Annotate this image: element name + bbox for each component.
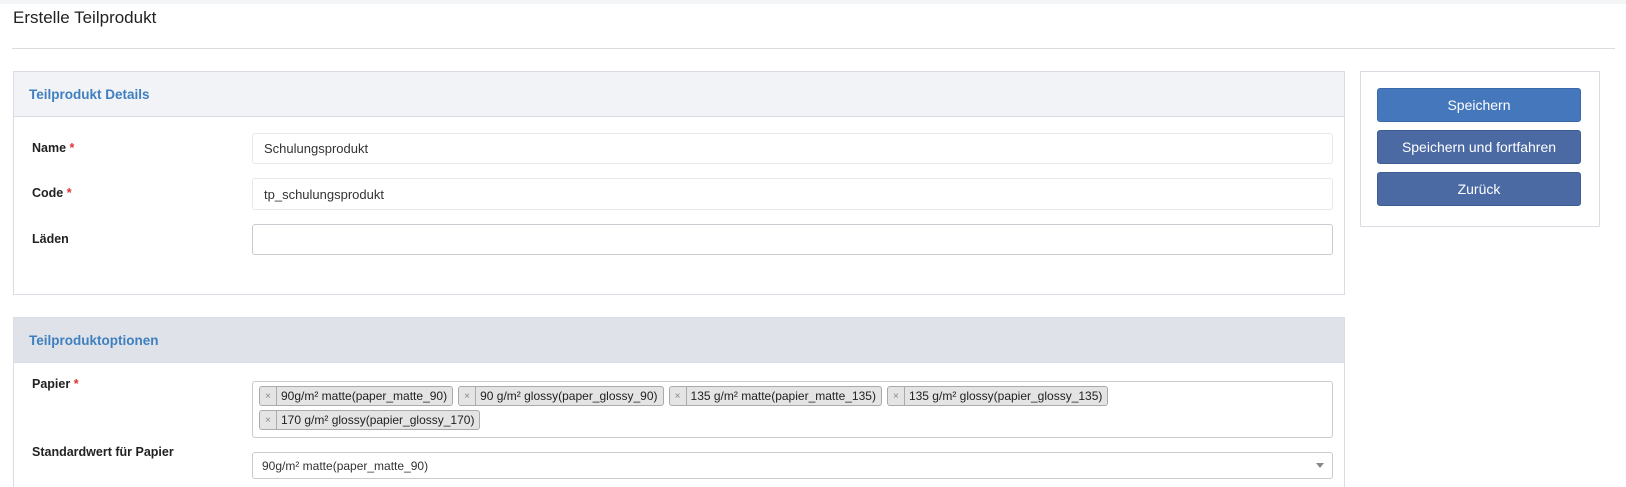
paper-tag-label: 90 g/m² glossy(paper_glossy_90)	[480, 389, 658, 403]
remove-tag-icon[interactable]: ×	[459, 387, 477, 405]
paper-label: Papier *	[32, 377, 79, 391]
details-panel-header: Teilprodukt Details	[14, 72, 1344, 117]
paper-multiselect[interactable]: × 90g/m² matte(paper_matte_90) × 90 g/m²…	[252, 381, 1333, 438]
stores-label: Läden	[32, 232, 69, 246]
remove-tag-icon[interactable]: ×	[670, 387, 687, 405]
paper-label-text: Papier	[32, 377, 71, 391]
paper-tag-label: 170 g/m² glossy(papier_glossy_170)	[281, 413, 475, 427]
paper-tag: × 90g/m² matte(paper_matte_90)	[259, 386, 454, 406]
code-label-text: Code	[32, 186, 64, 200]
code-label: Code *	[32, 186, 72, 200]
paper-tag: × 135 g/m² glossy(papier_glossy_135)	[886, 386, 1109, 406]
dropdown-arrow-icon	[1316, 463, 1324, 468]
paper-tag: × 135 g/m² matte(papier_matte_135)	[668, 386, 882, 406]
paper-tag: × 90 g/m² glossy(paper_glossy_90)	[458, 386, 664, 406]
paper-tag-label: 135 g/m² glossy(papier_glossy_135)	[908, 389, 1103, 403]
required-mark: *	[69, 141, 75, 155]
save-button[interactable]: Speichern	[1377, 88, 1581, 122]
paper-tag-label: 90g/m² matte(paper_matte_90)	[281, 389, 448, 403]
name-input[interactable]: Schulungsprodukt	[252, 133, 1333, 164]
name-label-text: Name	[32, 141, 67, 155]
save-and-continue-button[interactable]: Speichern und fortfahren	[1377, 130, 1581, 164]
required-mark: *	[73, 377, 79, 391]
page-title: Erstelle Teilprodukt	[13, 8, 157, 27]
default-paper-value: 90g/m² matte(paper_matte_90)	[262, 458, 429, 473]
remove-tag-icon[interactable]: ×	[888, 387, 905, 405]
top-bar	[0, 0, 1626, 4]
options-panel: Teilproduktoptionen Papier * × 90g/m² ma…	[13, 317, 1345, 487]
remove-tag-icon[interactable]: ×	[260, 411, 277, 429]
code-input[interactable]: tp_schulungsprodukt	[252, 178, 1333, 210]
title-divider	[12, 48, 1615, 49]
name-label: Name *	[32, 141, 74, 155]
default-paper-label: Standardwert für Papier	[32, 445, 174, 459]
details-panel: Teilprodukt Details Name * Schulungsprod…	[13, 71, 1345, 295]
required-mark: *	[66, 186, 72, 200]
paper-tag: × 170 g/m² glossy(papier_glossy_170)	[259, 410, 481, 430]
default-paper-select[interactable]: 90g/m² matte(paper_matte_90)	[252, 452, 1333, 479]
remove-tag-icon[interactable]: ×	[260, 387, 277, 405]
paper-tag-label: 135 g/m² matte(papier_matte_135)	[690, 389, 876, 403]
options-panel-header: Teilproduktoptionen	[14, 318, 1344, 363]
actions-panel: Speichern Speichern und fortfahren Zurüc…	[1360, 71, 1600, 227]
back-button[interactable]: Zurück	[1377, 172, 1581, 206]
stores-input[interactable]	[252, 224, 1333, 255]
